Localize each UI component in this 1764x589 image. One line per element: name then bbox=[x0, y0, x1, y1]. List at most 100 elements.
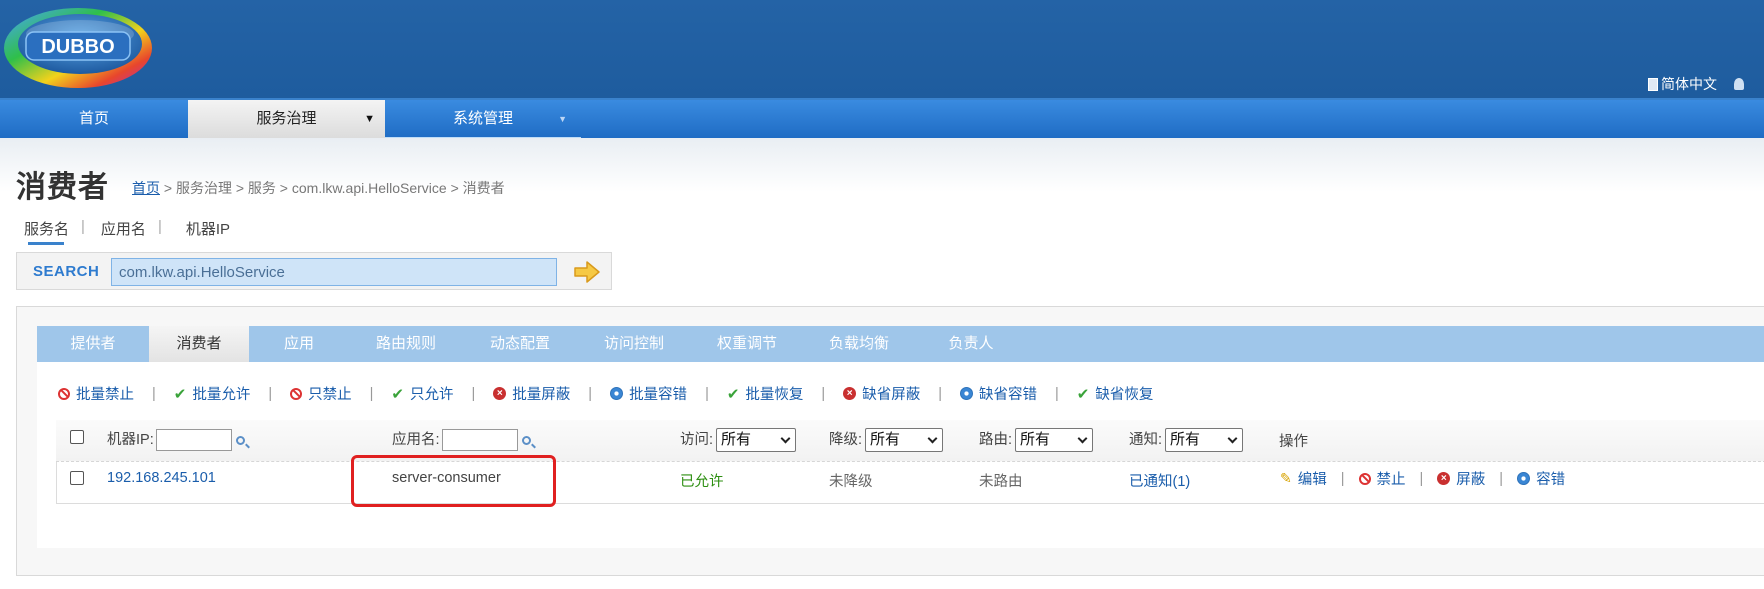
separator: | bbox=[1054, 385, 1059, 402]
row-actions: ✎ 编辑 | 禁止 | × 屏蔽 | 容错 bbox=[1280, 468, 1565, 489]
edit-button[interactable]: ✎ 编辑 bbox=[1280, 468, 1327, 489]
language-switch[interactable]: 简体中文 bbox=[1648, 74, 1744, 94]
consumer-ip-link[interactable]: 192.168.245.101 bbox=[107, 470, 216, 486]
search-icon[interactable] bbox=[235, 436, 245, 445]
document-icon bbox=[1648, 77, 1658, 91]
check-icon: ✔ bbox=[173, 385, 187, 403]
separator: | bbox=[157, 218, 162, 235]
breadcrumb-home-link[interactable]: 首页 bbox=[132, 180, 160, 196]
access-select[interactable]: 所有 bbox=[716, 428, 797, 453]
nav-home[interactable]: 首页 bbox=[0, 100, 188, 138]
tab-load-balance[interactable]: 负载均衡 bbox=[803, 326, 915, 362]
nav-service-governance[interactable]: 服务治理 ▼ bbox=[188, 100, 385, 138]
x-circle-icon: × bbox=[493, 387, 507, 400]
nav-system-management-label: 系统管理 bbox=[452, 110, 513, 127]
only-disable-button[interactable]: 只禁止 bbox=[290, 383, 352, 404]
nav-home-label: 首页 bbox=[78, 110, 109, 127]
only-disable-label: 只禁止 bbox=[308, 387, 352, 403]
ban-icon bbox=[58, 387, 70, 400]
batch-mask-label: 批量屏蔽 bbox=[512, 387, 571, 403]
app-filter-input[interactable] bbox=[441, 429, 518, 452]
separator: | bbox=[471, 385, 476, 402]
batch-actions-bar: 批量禁止 | ✔ 批量允许 | 只禁止 | ✔ 只允许 | × 批量屏蔽 | 批… bbox=[58, 383, 1153, 404]
ops-header: 操作 bbox=[1279, 434, 1308, 450]
batch-recover-label: 批量恢复 bbox=[745, 387, 804, 403]
dubbo-logo[interactable]: DUBBO bbox=[0, 4, 160, 94]
access-filter: 访问: 所有 bbox=[680, 428, 797, 453]
degrade-filter-label: 降级: bbox=[829, 432, 863, 448]
access-status: 已允许 bbox=[680, 474, 724, 490]
batch-recover-button[interactable]: ✔ 批量恢复 bbox=[727, 383, 804, 404]
search-type-application[interactable]: 应用名 bbox=[101, 218, 146, 239]
tab-routes[interactable]: 路由规则 bbox=[349, 326, 463, 362]
separator: | bbox=[81, 218, 85, 235]
disable-label: 禁止 bbox=[1376, 472, 1406, 488]
language-label[interactable]: 简体中文 bbox=[1661, 74, 1717, 94]
search-type-service[interactable]: 服务名 bbox=[24, 218, 69, 239]
access-select-value: 所有 bbox=[721, 431, 752, 449]
batch-disable-label: 批量禁止 bbox=[76, 387, 134, 403]
mask-button[interactable]: × 屏蔽 bbox=[1437, 468, 1485, 489]
separator: | bbox=[705, 385, 709, 402]
tab-access-control[interactable]: 访问控制 bbox=[577, 326, 691, 362]
caret-down-icon: ▼ bbox=[558, 114, 567, 124]
arrow-right-icon[interactable] bbox=[573, 259, 601, 285]
notify-status-link[interactable]: 已通知(1) bbox=[1129, 470, 1190, 491]
chevron-down-icon bbox=[927, 433, 938, 444]
default-mask-button[interactable]: × 缺省屏蔽 bbox=[843, 383, 920, 404]
route-select-value: 所有 bbox=[1020, 431, 1051, 449]
disable-button[interactable]: 禁止 bbox=[1358, 468, 1406, 489]
separator: | bbox=[369, 385, 374, 402]
separator: | bbox=[152, 385, 156, 402]
search-type-active-indicator bbox=[28, 242, 64, 245]
logo-text: DUBBO bbox=[41, 36, 114, 58]
tab-applications[interactable]: 应用 bbox=[249, 326, 349, 362]
tab-owners[interactable]: 负责人 bbox=[915, 326, 1027, 362]
default-mask-label: 缺省屏蔽 bbox=[862, 387, 921, 403]
degrade-select[interactable]: 所有 bbox=[865, 428, 944, 453]
notify-filter: 通知: 所有 bbox=[1129, 428, 1244, 453]
route-select[interactable]: 所有 bbox=[1015, 428, 1094, 453]
tab-weights[interactable]: 权重调节 bbox=[691, 326, 803, 362]
separator: | bbox=[268, 385, 273, 402]
gear-icon bbox=[959, 387, 973, 400]
tab-consumers[interactable]: 消费者 bbox=[149, 326, 249, 362]
tolerance-button[interactable]: 容错 bbox=[1517, 468, 1565, 489]
search-type-ip[interactable]: 机器IP bbox=[186, 218, 230, 239]
detail-tab-bar: 提供者 消费者 应用 路由规则 动态配置 访问控制 权重调节 负载均衡 负责人 bbox=[37, 326, 1764, 362]
separator: | bbox=[938, 385, 942, 402]
tab-dynamic-config[interactable]: 动态配置 bbox=[463, 326, 577, 362]
check-icon: ✔ bbox=[726, 385, 740, 403]
batch-allow-button[interactable]: ✔ 批量允许 bbox=[174, 383, 251, 404]
notify-select[interactable]: 所有 bbox=[1165, 428, 1244, 453]
batch-mask-button[interactable]: × 批量屏蔽 bbox=[493, 383, 570, 404]
nav-service-governance-label: 服务治理 bbox=[256, 110, 317, 127]
search-label: SEARCH bbox=[33, 263, 100, 280]
default-tolerance-button[interactable]: 缺省容错 bbox=[959, 383, 1037, 404]
select-all-checkbox[interactable] bbox=[70, 430, 84, 444]
search-input[interactable] bbox=[111, 258, 557, 286]
ban-icon bbox=[1358, 472, 1371, 485]
row-checkbox[interactable] bbox=[70, 471, 84, 485]
notify-select-value: 所有 bbox=[1170, 431, 1201, 449]
separator: | bbox=[1419, 470, 1424, 487]
user-icon[interactable] bbox=[1734, 78, 1744, 90]
app-filter-label: 应用名: bbox=[392, 432, 440, 448]
degrade-select-value: 所有 bbox=[870, 431, 901, 449]
ip-filter-input[interactable] bbox=[155, 429, 232, 452]
batch-disable-button[interactable]: 批量禁止 bbox=[58, 383, 134, 404]
chevron-down-icon bbox=[1077, 433, 1088, 444]
batch-tolerance-button[interactable]: 批量容错 bbox=[610, 383, 687, 404]
degrade-filter: 降级: 所有 bbox=[829, 428, 944, 453]
separator: | bbox=[1499, 470, 1504, 487]
ban-icon bbox=[290, 387, 303, 400]
only-allow-button[interactable]: ✔ 只允许 bbox=[391, 383, 453, 404]
search-icon[interactable] bbox=[521, 436, 531, 445]
default-recover-button[interactable]: ✔ 缺省恢复 bbox=[1077, 383, 1154, 404]
gear-icon bbox=[610, 387, 624, 400]
access-filter-label: 访问: bbox=[680, 432, 714, 448]
tab-providers[interactable]: 提供者 bbox=[37, 326, 149, 362]
check-icon: ✔ bbox=[391, 385, 404, 403]
nav-system-management[interactable]: 系统管理 ▼ bbox=[385, 100, 581, 138]
breadcrumb-path: > 服务治理 > 服务 > com.lkw.api.HelloService >… bbox=[160, 180, 505, 196]
